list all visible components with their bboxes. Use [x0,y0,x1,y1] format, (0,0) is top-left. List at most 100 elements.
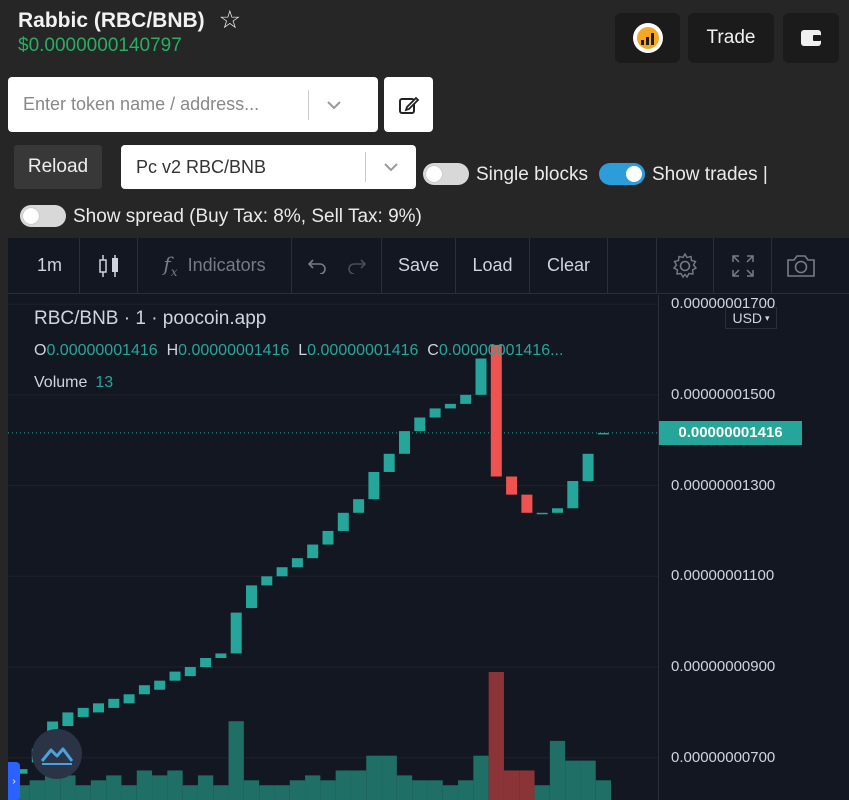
candle [552,508,563,513]
fullscreen-button[interactable] [714,237,772,294]
chevron-right-icon: › [12,775,16,787]
candles-icon [98,254,118,277]
mountain-logo-icon [41,747,73,765]
token-price: $0.0000000140797 [18,35,182,56]
snapshot-button[interactable] [772,238,830,294]
chevron-down-icon[interactable] [366,162,416,172]
token-title-row: Rabbic (RBC/BNB) ☆ [18,8,241,33]
price-tick-label: 0.00000001300 [671,476,776,494]
volume-bar [75,785,91,800]
undo-icon[interactable] [307,258,327,274]
candle [475,358,487,395]
candle [200,657,212,668]
ohlc-legend: O0.00000001416 H0.00000001416 L0.0000000… [34,342,563,360]
clear-button[interactable]: Clear [530,237,608,294]
volume-bar [182,785,198,800]
volume-bar [366,755,382,800]
volume-bar [259,785,275,800]
settings-button[interactable] [656,237,714,294]
price-tick-label: 0.00000001500 [671,385,776,403]
chart-logo-icon [632,23,663,53]
volume-bar [412,780,428,800]
volume-legend: Volume 13 [34,374,113,392]
candles-plot[interactable] [8,295,658,800]
candle [444,403,456,409]
open-value: 0.00000001416 [46,342,158,359]
chart-logo-button[interactable] [615,13,680,63]
candle [261,576,273,586]
candle [521,494,533,513]
show-spread-label: Show spread (Buy Tax: 8%, Sell Tax: 9%) [73,206,422,227]
candle [215,653,227,658]
candle [460,394,472,404]
candle [93,703,104,713]
show-spread-toggle[interactable] [20,205,66,227]
edit-button[interactable] [384,77,433,132]
volume-bar [350,770,367,800]
price-tick-label: 0.00000000700 [671,748,776,766]
candle [169,671,181,681]
low-value: 0.00000001416 [307,342,419,359]
redo-icon[interactable] [347,258,367,274]
price-axis[interactable]: USD ▾ 0.00000001416 0.00000001700 0.00000… [658,295,849,800]
wallet-button[interactable] [783,13,839,63]
trade-button[interactable]: Trade [688,13,774,63]
volume-bar [320,780,336,800]
candle [399,431,410,454]
show-trades-toggle[interactable] [599,163,645,185]
volume-bar [427,780,443,800]
chevron-down-icon[interactable] [309,100,359,110]
volume-bar [106,775,122,800]
reload-button[interactable]: Reload [14,145,102,189]
panel-toggle-button[interactable]: › [8,762,20,800]
volume-bar [167,770,183,800]
volume-bar [580,760,596,800]
candle [307,544,319,559]
volume-bar [595,780,612,800]
low-label: L [298,342,308,359]
candle [246,585,257,609]
candle [536,512,548,515]
interval-button[interactable]: 1m [20,237,80,294]
camera-icon [787,254,815,277]
fullscreen-icon [731,254,754,277]
close-label: C [427,342,439,359]
load-button[interactable]: Load [456,237,530,294]
volume-bar [289,780,306,800]
volume-bar [228,721,244,800]
pair-select[interactable]: Pc v2 RBC/BNB [121,145,416,189]
volume-bar [335,770,351,800]
candle [490,344,502,477]
save-button[interactable]: Save [382,237,456,294]
candle [383,453,395,472]
candle [337,512,349,531]
volume-bar [458,780,474,800]
volume-bar [305,775,321,800]
price-tick-label: 0.00000000900 [671,658,776,676]
volume-bar [519,770,535,800]
wallet-icon [801,30,821,46]
function-icon: fx [163,252,178,279]
indicators-button[interactable]: fx Indicators [138,237,292,294]
single-blocks-toggle[interactable] [423,163,469,185]
volume-bar [396,775,413,800]
candle [429,408,441,418]
volume-bar [136,770,153,800]
volume-bar [565,760,581,800]
single-blocks-label: Single blocks [476,164,588,185]
candle [353,499,365,513]
candle [77,707,89,717]
star-icon[interactable]: ☆ [219,8,241,33]
candle [108,698,120,708]
chart-legend: RBC/BNB · 1 · poocoin.app [34,308,267,329]
poocoin-logo[interactable] [32,729,82,779]
candle [582,453,594,482]
volume-bar [549,740,566,800]
token-header: Rabbic (RBC/BNB) ☆ $0.0000000140797 [18,8,241,57]
token-search [8,77,378,132]
high-value: 0.00000001416 [178,342,290,359]
show-trades-label: Show trades | [652,164,768,185]
search-input[interactable] [8,94,308,115]
candle-type-button[interactable] [80,237,138,294]
